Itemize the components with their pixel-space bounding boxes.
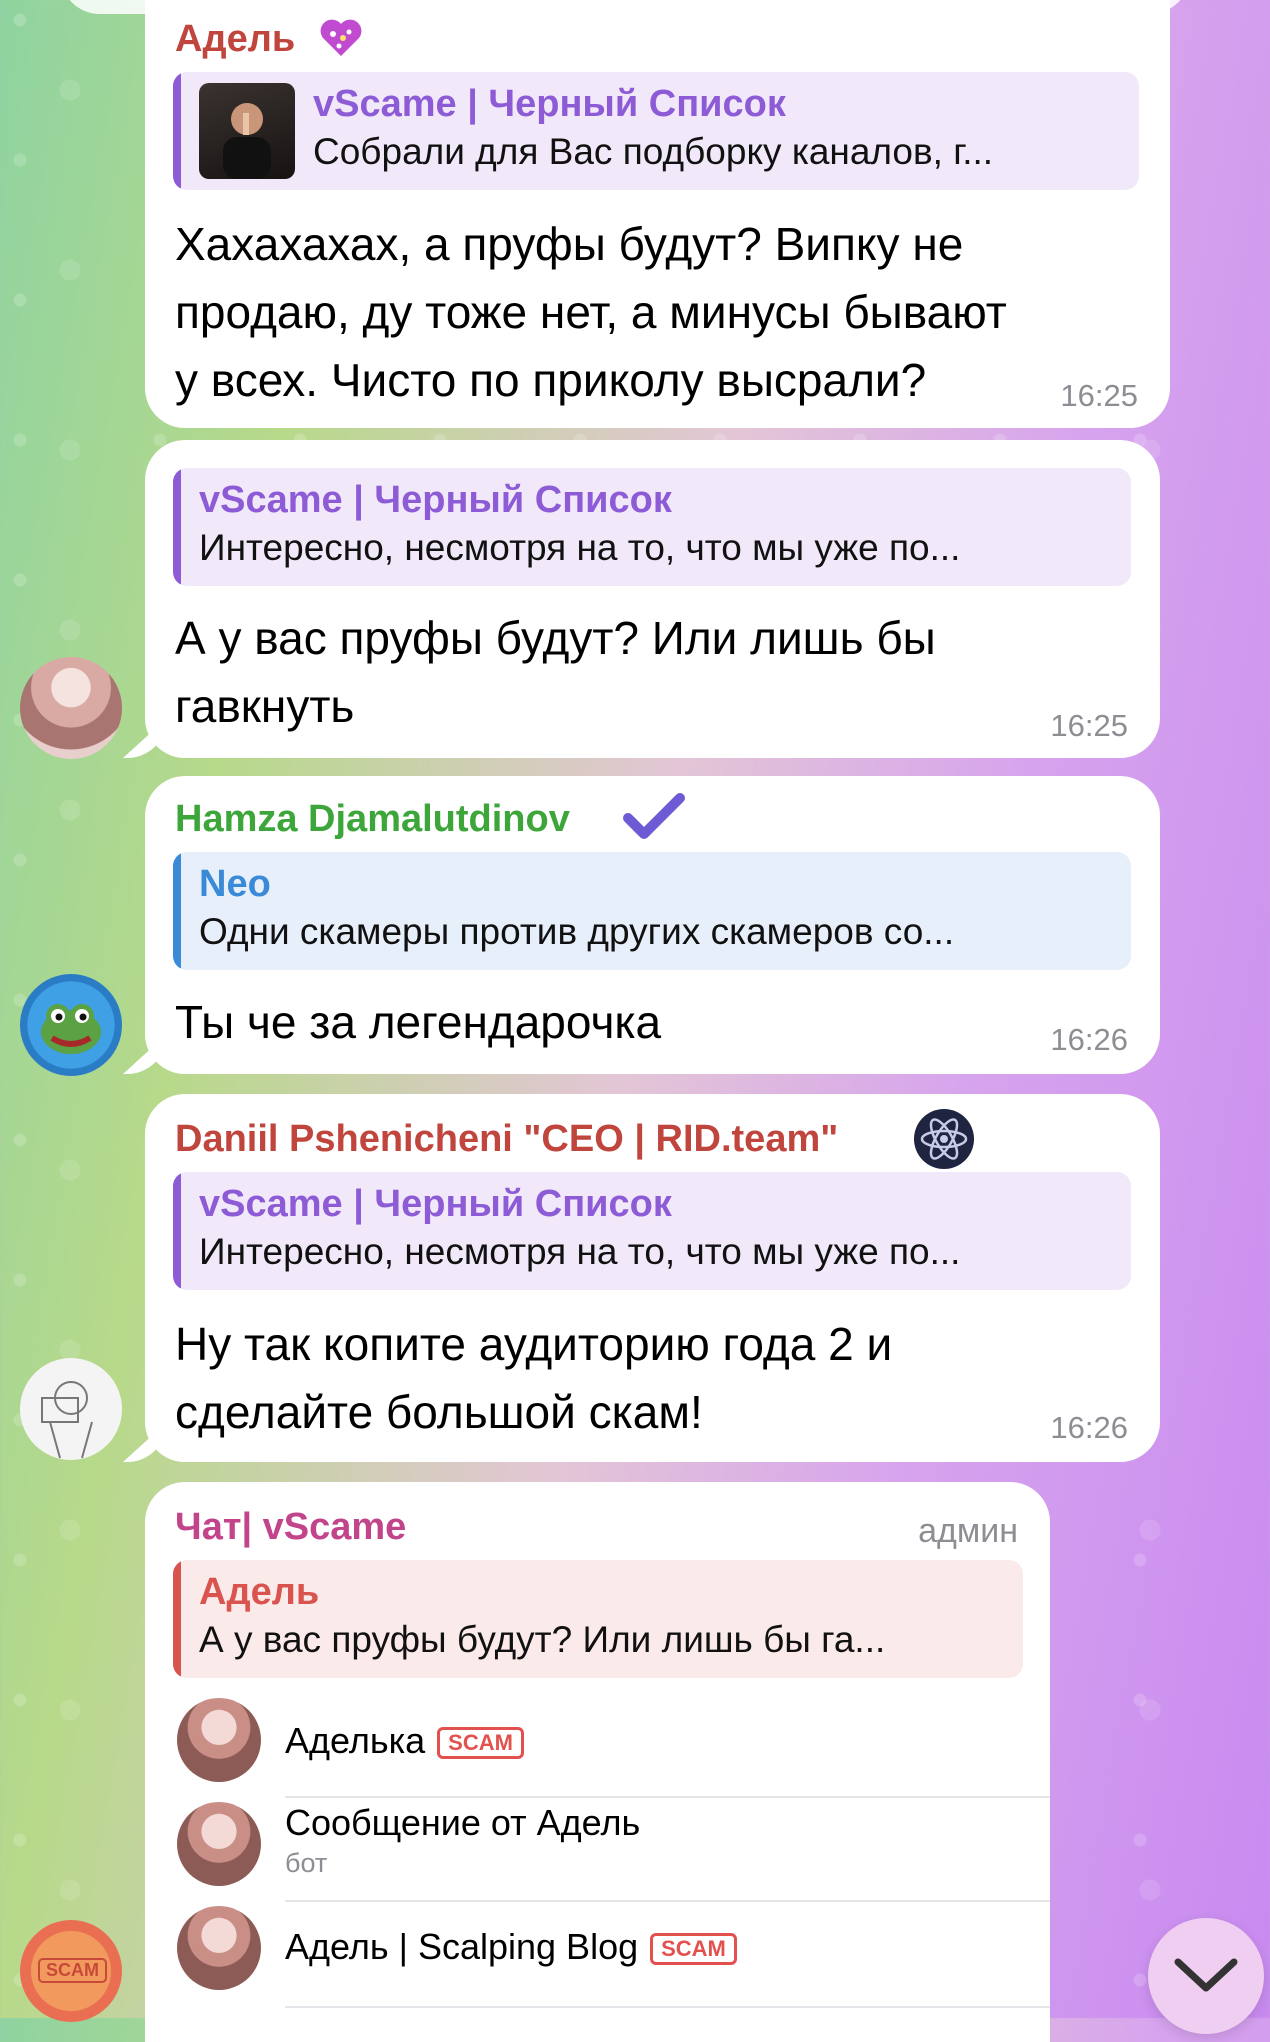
message-text: А у вас пруфы будут? Или лишь бы гавкнут… bbox=[175, 612, 936, 732]
sender-name[interactable]: Daniil Pshenicheni "CEO | RID.team" bbox=[175, 1116, 838, 1162]
reply-text: Интересно, несмотря на то, что мы уже по… bbox=[199, 527, 961, 568]
message-bubble[interactable]: Адель vScame | Черный Список Собрали для… bbox=[145, 0, 1170, 428]
account-list: Аделька SCAM Сообщение от Адель бот Адель… bbox=[145, 1698, 1050, 2042]
heart-sparkle-icon bbox=[320, 19, 362, 56]
avatar[interactable]: SCAM bbox=[20, 1920, 122, 2022]
pepe-icon bbox=[41, 1004, 101, 1054]
channel-thumbnail bbox=[199, 83, 295, 179]
message-text: Ты че за легендарочка bbox=[175, 996, 662, 1048]
reply-title: vScame | Черный Список bbox=[313, 83, 786, 125]
reply-preview[interactable]: vScame | Черный Список Интересно, несмот… bbox=[173, 1172, 1131, 1290]
avatar bbox=[177, 1698, 261, 1782]
chevron-down-icon bbox=[1174, 1958, 1238, 1992]
message-time: 16:25 bbox=[1060, 378, 1138, 413]
message-time: 16:26 bbox=[1050, 1022, 1128, 1057]
avatar[interactable] bbox=[20, 974, 122, 1076]
atom-icon bbox=[914, 1109, 974, 1169]
account-name: Адель | Scalping Blog SCAM bbox=[285, 1926, 737, 1968]
divider bbox=[285, 1900, 1050, 1902]
reply-title: Neo bbox=[199, 863, 271, 905]
avatar[interactable] bbox=[20, 1358, 122, 1460]
account-name: Сообщение от Адель bbox=[285, 1802, 641, 1843]
message-time: 16:26 bbox=[1050, 1410, 1128, 1445]
message-text: Хахахахах, а пруфы будут? Випку не прода… bbox=[175, 218, 1007, 406]
reply-preview[interactable]: vScame | Черный Список Собрали для Вас п… bbox=[173, 72, 1139, 190]
reply-preview[interactable]: Адель А у вас пруфы будут? Или лишь бы г… bbox=[173, 1560, 1023, 1678]
sender-name[interactable]: Hamza Djamalutdinov bbox=[175, 796, 570, 842]
reply-preview[interactable]: Neo Одни скамеры против других скамеров … bbox=[173, 852, 1131, 970]
avatar bbox=[177, 1802, 261, 1886]
avatar[interactable] bbox=[20, 657, 122, 759]
divider bbox=[285, 1796, 1050, 1798]
admin-role-label: админ bbox=[918, 1512, 1018, 1550]
reply-title: vScame | Черный Список bbox=[199, 479, 672, 521]
scam-badge: SCAM bbox=[650, 1933, 737, 1966]
sketch-drawing-icon bbox=[41, 1381, 93, 1459]
reply-title: vScame | Черный Список bbox=[199, 1183, 672, 1225]
scam-badge: SCAM bbox=[437, 1727, 524, 1760]
account-subtitle: бот bbox=[285, 1848, 328, 1878]
scam-badge: SCAM bbox=[38, 1958, 107, 1983]
divider bbox=[285, 2006, 1050, 2008]
sender-name[interactable]: Чат| vScame bbox=[175, 1504, 406, 1550]
scroll-down-button[interactable] bbox=[1148, 1918, 1264, 2034]
message-text: Ну так копите аудиторию года 2 и сделайт… bbox=[175, 1318, 893, 1438]
reply-text: А у вас пруфы будут? Или лишь бы га... bbox=[199, 1619, 886, 1660]
reply-title: Адель bbox=[199, 1571, 320, 1613]
reply-text: Интересно, несмотря на то, что мы уже по… bbox=[199, 1231, 961, 1272]
list-item[interactable]: Адель | Scalping Blog SCAM bbox=[145, 1906, 1050, 2008]
message-bubble[interactable]: vScame | Черный Список Интересно, несмот… bbox=[145, 440, 1160, 758]
message-time: 16:25 bbox=[1050, 708, 1128, 743]
account-name: Аделька SCAM bbox=[285, 1720, 524, 1762]
reply-text: Собрали для Вас подборку каналов, г... bbox=[313, 131, 994, 172]
reply-text: Одни скамеры против других скамеров со..… bbox=[199, 911, 955, 952]
list-item[interactable]: Сообщение от Адель бот bbox=[145, 1802, 1050, 1902]
message-bubble[interactable]: Чат| vScame админ Адель А у вас пруфы бу… bbox=[145, 1482, 1050, 2042]
message-bubble[interactable]: Hamza Djamalutdinov Neo Одни скамеры про… bbox=[145, 776, 1160, 1074]
list-item[interactable]: Аделька SCAM bbox=[145, 1698, 1050, 1798]
message-bubble[interactable]: Daniil Pshenicheni "CEO | RID.team" vSca… bbox=[145, 1094, 1160, 1462]
checkmark-badge-icon bbox=[623, 793, 685, 839]
reply-preview[interactable]: vScame | Черный Список Интересно, несмот… bbox=[173, 468, 1131, 586]
avatar bbox=[177, 1906, 261, 1990]
sender-name[interactable]: Адель bbox=[175, 16, 295, 62]
